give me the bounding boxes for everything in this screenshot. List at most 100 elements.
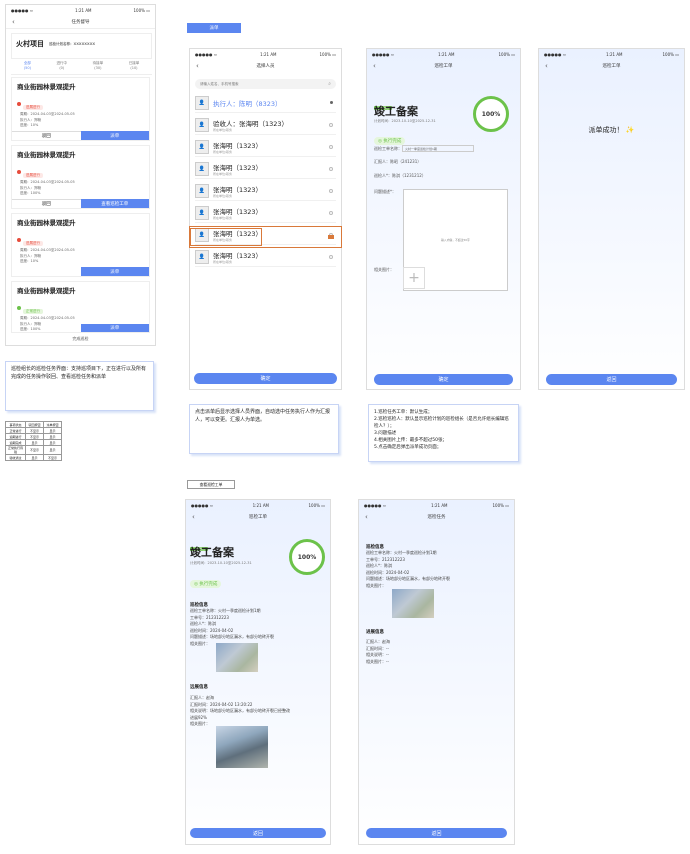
back-button[interactable]: 返回 [190, 828, 326, 838]
complete-inspection-link[interactable]: 完成巡检 [6, 336, 155, 342]
list-item[interactable]: 👤 张海明（1323） 所在单位/职务 [195, 159, 336, 179]
table-cell: 正常执行待验 [5, 445, 26, 455]
progress-info-section: 远展信息 汇报人：赵海 汇报时间：2024-04-02 13:20:22 相关说… [190, 680, 328, 728]
table-cell: 验收通过 [5, 454, 26, 461]
inspection-info-section: 巡检信息 巡检工单名称：火村一季度巡检计划1期 工单号：212312223 巡检… [190, 598, 328, 647]
person-role: 所在单位/职务 [213, 149, 233, 154]
select-person-phone: ●●●●● ≈ 1:21 AM 100% ▭ ‹ 选择人员 请输入姓名、手机号搜… [189, 48, 342, 390]
annotation-line: 5.点击确定后弹出派单成功页面； [374, 445, 442, 450]
list-item[interactable]: 👤 验收人：张海明（1323） 所在单位/职务 [195, 115, 336, 135]
avatar: 👤 [195, 249, 209, 264]
reporter-field[interactable]: 汇报人：陈昭（241231） [374, 159, 421, 165]
task-card: 商业街园林景观提升 进展进行 周期：2024-04-03至2024-05-05 … [11, 77, 150, 141]
order-name-label: 巡检工单名称： [374, 145, 402, 151]
progress-info-section: 进展信息 汇报人：赵海 汇报时间：-- 相关说明：-- 相关图片：-- [366, 625, 511, 665]
tab-pending[interactable]: 待接单 (30) [93, 61, 104, 74]
view-order-button[interactable]: 查看巡检工单 [80, 199, 149, 208]
status-dot-icon [17, 305, 21, 310]
tab-accepted[interactable]: 已接单 (10) [129, 61, 140, 74]
radio-selected-icon[interactable] [330, 101, 333, 104]
search-input[interactable]: 请输入姓名、手机号搜索 ⌕ [195, 79, 336, 89]
reject-button[interactable]: 驳回 [12, 199, 81, 208]
info-line: 相关图片：-- [366, 658, 389, 664]
list-item[interactable]: 👤 张海明（1323） 所在单位/职务 [195, 137, 336, 157]
person-role: 所在单位/职务 [213, 215, 233, 220]
dispatch-button[interactable]: 派单 [80, 267, 149, 276]
list-item[interactable]: 👤 张海明（1323） 所在单位/职务 [195, 247, 336, 267]
status-badge: 进展进行 [23, 173, 43, 178]
battery-indicator: 100% ▭ [492, 502, 510, 508]
nav-bar: ‹ 巡检工单 [539, 59, 684, 73]
tab-all[interactable]: 全部 (50) [24, 61, 31, 74]
table-cell: 不显示 [43, 454, 62, 461]
signal-indicator: ●●●●● ≈ [195, 51, 218, 57]
nav-bar: ‹ 选择人员 [190, 59, 341, 73]
back-icon[interactable]: ‹ [192, 513, 195, 521]
progress-photo[interactable] [216, 726, 268, 768]
project-header[interactable]: 火村项目 巡检计划名称：XXXXXXXX [11, 33, 152, 59]
person-role: 所在单位/职务 [213, 127, 233, 132]
task-title: 商业街园林景观提升 [17, 287, 76, 295]
back-icon[interactable]: ‹ [196, 62, 199, 70]
order-title: 竣工备案 [374, 105, 418, 118]
radio-icon[interactable] [329, 122, 333, 127]
annotation-line: 2.巡检巡检人：默认显示巡检计划的巡检组长（是否允许组长编辑巡检人？）； [374, 417, 509, 429]
status-badge: ◎ 执行完成 [374, 127, 406, 146]
back-icon[interactable]: ‹ [12, 18, 15, 26]
avatar: 👤 [195, 183, 209, 198]
tab-in-progress[interactable]: 进行中 (0) [57, 61, 68, 74]
back-icon[interactable]: ‹ [545, 62, 548, 70]
status-bar: ●●●●● ≈ 1:21 AM 100% ▭ [186, 500, 330, 510]
person-name: 张海明（1323） [213, 207, 263, 216]
signal-indicator: ●●●●● ≈ [11, 7, 34, 13]
radio-icon[interactable] [329, 188, 333, 193]
table-cell: 显示 [43, 445, 62, 455]
description-label: 问题描述*： [374, 189, 396, 194]
back-icon[interactable]: ‹ [373, 62, 376, 70]
inspection-form-phone: ●●●●● ≈ 1:21 AM 100% ▭ ‹ 巡检工单 工程项目 竣工备案 … [366, 48, 521, 390]
radio-icon[interactable] [329, 166, 333, 171]
back-button[interactable]: 返回 [546, 374, 677, 385]
avatar: 👤 [195, 161, 209, 176]
dispatch-button[interactable]: 派单 [80, 131, 149, 140]
add-photo-icon[interactable]: + [403, 267, 425, 289]
dispatch-button[interactable]: 派单 [80, 324, 149, 332]
dispatch-success-phone: ●●●●● ≈ 1:21 AM 100% ▭ ‹ 巡检工单 派单成功！ ✨ 返回 [538, 48, 685, 390]
list-item[interactable]: 👤 张海明（1323） 所在单位/职务 [195, 181, 336, 201]
avatar: 👤 [195, 117, 209, 132]
project-subtitle: 巡检计划名称：XXXXXXXX [49, 41, 96, 46]
status-badge: 进展进行 [23, 241, 43, 246]
signal-indicator: ●●●●● ≈ [372, 51, 395, 57]
success-message: 派单成功！ ✨ [588, 126, 635, 134]
radio-icon[interactable] [329, 144, 333, 149]
confirm-button[interactable]: 确定 [194, 373, 337, 384]
list-item[interactable]: 👤 张海明（1323） 所在单位/职务 [195, 203, 336, 223]
status-dot-icon [17, 169, 21, 174]
inspection-photo[interactable] [392, 589, 434, 618]
task-detail-phone: ●●●●● ≈ 1:21 AM 100% ▭ ‹ 巡检任务 巡检信息 巡检工单名… [358, 499, 515, 845]
status-table: 事项状态 驳回按钮 派单按钮 正常进行 不显示 显示 逾期进行 不显示 显示 逾期完成显… [5, 421, 62, 461]
task-list-phone: ●●●●● ≈ 1:21 AM 100% ▭ ‹ 任务督导 火村项目 巡检计划名… [5, 4, 156, 346]
inspection-photo[interactable] [216, 643, 258, 672]
progress-percent: 100% [297, 553, 317, 561]
radio-icon[interactable] [329, 254, 333, 259]
task-title: 商业街园林景观提升 [17, 83, 76, 91]
selected-radio-icon [328, 235, 334, 239]
list-item[interactable]: 👤 执行人：陈明（8323） [195, 93, 336, 113]
task-card: 商业街园林景观提升 正常进行 周期：2024-04-03至2024-05-05 … [11, 281, 150, 333]
annotation-inspection-form: 1.巡检任务工单：默认生成； 2.巡检巡检人：默认显示巡检计划的巡检组长（是否允… [368, 404, 519, 462]
order-name-input[interactable]: 火村一季度巡检计划1期 [402, 145, 474, 152]
status-badge: 正常进行 [23, 309, 43, 314]
radio-icon[interactable] [329, 210, 333, 215]
reject-button[interactable]: 驳回 [12, 131, 81, 140]
status-bar: ●●●●● ≈ 1:21 AM 100% ▭ [359, 500, 514, 510]
status-bar: ●●●●● ≈ 1:21 AM 100% ▭ [367, 49, 520, 59]
description-placeholder: 输入内容，不超过50字 [441, 238, 470, 242]
confirm-button[interactable]: 确定 [374, 374, 513, 385]
plan-time: 计划时间：2023-10-10至2025-12-31 [374, 119, 436, 123]
task-progress: 进度：100% [20, 191, 41, 195]
inspector-field[interactable]: 巡检人*：陈淇（1231212） [374, 173, 426, 179]
back-button[interactable]: 返回 [366, 828, 507, 838]
back-icon[interactable]: ‹ [365, 513, 368, 521]
person-name: 张海明（1323） [213, 163, 263, 172]
